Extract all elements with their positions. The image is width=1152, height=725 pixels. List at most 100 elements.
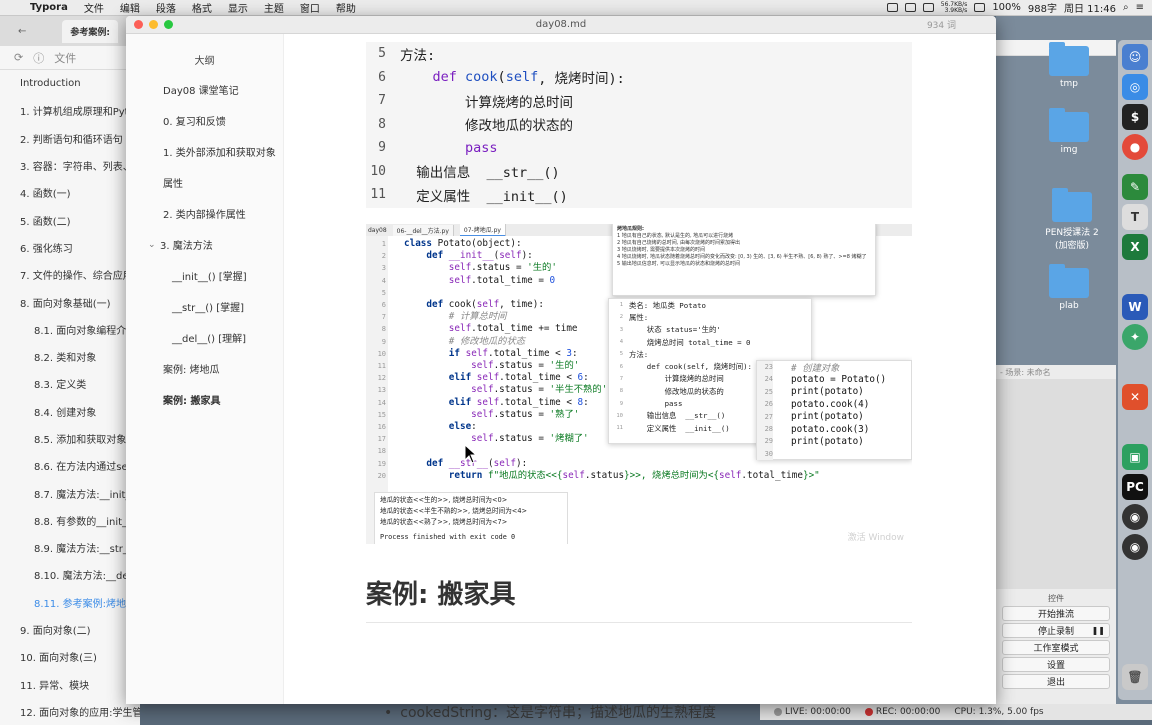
sidebar-item[interactable]: 8.6. 在方法内通过self [0, 452, 140, 479]
folder-tmp[interactable]: tmp [1042, 42, 1096, 89]
chrome-icon[interactable]: ● [1122, 134, 1148, 160]
sidebar-item[interactable]: 8.5. 添加和获取对象的 [0, 425, 140, 452]
sidebar-item[interactable]: 8.10. 魔法方法:__de [0, 561, 140, 588]
outline-item[interactable]: 案例: 烤地瓜 [126, 353, 283, 384]
code-token: self [505, 69, 539, 86]
trash-icon[interactable]: 🗑 [1122, 664, 1148, 690]
chevron-down-icon[interactable]: ⌄ [148, 240, 160, 250]
editor[interactable]: 5 方法: 6 def cook(self, 烧烤时间): 7 计算烧烤的总时间 8 修… [366, 34, 976, 704]
menu-file[interactable]: 文件 [76, 0, 112, 15]
sidebar-item[interactable]: 5. 函数(二) [0, 206, 140, 233]
screen-icon[interactable] [904, 3, 916, 12]
outline-item[interactable]: __del__() [理解] [126, 322, 283, 353]
sidebar-item[interactable]: 8.11. 参考案例:烤地瓜 [0, 589, 140, 616]
browser-address-bar[interactable]: ⟳ ⓘ 文件 [0, 46, 140, 70]
xmind-icon[interactable]: ✕ [1122, 384, 1148, 410]
outline-item[interactable]: 0. 复习和反馈 [126, 105, 283, 136]
ime-indicator[interactable]: 988字 [1028, 0, 1057, 15]
menu-app[interactable]: Typora [22, 2, 76, 13]
outline-item[interactable]: Day08 课堂笔记 [126, 74, 283, 105]
outline-item[interactable]: ⌄ 3. 魔法方法 [126, 229, 283, 260]
code-line[interactable]: 9 pass [366, 136, 912, 160]
menu-paragraph[interactable]: 段落 [148, 0, 184, 15]
sidebar-item[interactable]: 8.2. 类和对象 [0, 343, 140, 370]
folder-pen[interactable]: PEN授课法 2 (加密版) [1042, 188, 1102, 251]
exit-button[interactable]: 退出 [1002, 674, 1110, 689]
sidebar-item[interactable]: 8.8. 有参数的__init__ [0, 507, 140, 534]
code-line[interactable]: 5 方法: [366, 42, 912, 66]
sidebar-item[interactable]: 9. 面向对象(二) [0, 616, 140, 643]
obs2-icon[interactable]: ◉ [1122, 534, 1148, 560]
sidebar-item[interactable]: 4. 函数(一) [0, 179, 140, 206]
menu-view[interactable]: 显示 [220, 0, 256, 15]
note-line-number: 8 [619, 388, 623, 395]
back-icon[interactable]: ← [18, 26, 26, 37]
excel-icon[interactable]: X [1122, 234, 1148, 260]
sidebar-item[interactable]: 12. 面向对象的应用:学生管理系统 [0, 698, 140, 725]
sidebar-item[interactable]: 8.4. 创建对象 [0, 398, 140, 425]
outline-item[interactable]: __str__() [掌握] [126, 291, 283, 322]
obs-statusbar: LIVE: 00:00:00 REC: 00:00:00 CPU: 1.3%, … [760, 704, 1152, 720]
outline-item[interactable]: 2. 类内部操作属性 [126, 198, 283, 229]
word-icon[interactable]: W [1122, 294, 1148, 320]
menu-list-icon[interactable]: ≡ [1136, 2, 1144, 13]
text-icon[interactable]: T [1122, 204, 1148, 230]
pycharm-icon[interactable]: PC [1122, 474, 1148, 500]
app-icon[interactable]: ✦ [1122, 324, 1148, 350]
menu-help[interactable]: 帮助 [328, 0, 364, 15]
sidebar-item[interactable]: 11. 异常、模块 [0, 671, 140, 698]
sidebar-item[interactable]: 6. 强化练习 [0, 234, 140, 261]
sidebar-item[interactable]: 7. 文件的操作、综合应用 [0, 261, 140, 288]
code-line[interactable]: 10 输出信息 __str__() [366, 160, 912, 184]
safari-icon[interactable]: ◎ [1122, 74, 1148, 100]
outline-item[interactable]: __init__() [掌握] [126, 260, 283, 291]
settings-button[interactable]: 设置 [1002, 657, 1110, 672]
menu-theme[interactable]: 主题 [256, 0, 292, 15]
code-line[interactable]: 7 计算烧烤的总时间 [366, 89, 912, 113]
app2-icon[interactable]: ▣ [1122, 444, 1148, 470]
sidebar-item[interactable]: 8.9. 魔法方法:__str__ [0, 534, 140, 561]
sidebar-item[interactable]: 8. 面向对象基础(一) [0, 288, 140, 315]
typora-window: day08.md 934 词 大纲 Day08 课堂笔记 0. 复习和反馈 1. 类… [126, 16, 996, 704]
tray-icon[interactable] [886, 3, 898, 12]
clock[interactable]: 周日 11:46 [1064, 0, 1116, 15]
code-line[interactable]: 6 def cook(self, 烧烤时间): [366, 66, 912, 90]
outline-item[interactable]: 1. 类外部添加和获取对象 [126, 136, 283, 167]
wifi-icon[interactable] [974, 3, 986, 12]
studio-mode-button[interactable]: 工作室模式 [1002, 640, 1110, 655]
record-icon[interactable] [922, 3, 934, 12]
menu-format[interactable]: 格式 [184, 0, 220, 15]
finder-icon[interactable]: ☺ [1122, 44, 1148, 70]
main-line: 25 print(potato) [757, 385, 911, 399]
sidebar-item[interactable]: 8.1. 面向对象编程介绍 [0, 316, 140, 343]
sidebar-item[interactable]: 1. 计算机组成原理和Pyt [0, 97, 140, 124]
menu-edit[interactable]: 编辑 [112, 0, 148, 15]
outline-item-label: 案例: 搬家具 [163, 396, 221, 407]
code-line[interactable]: 11 定义属性 __init__() [366, 183, 912, 207]
sidebar-item[interactable]: 8.7. 魔法方法:__init_ [0, 479, 140, 506]
browser-tab[interactable]: 参考案例: [62, 19, 118, 43]
sidebar-item[interactable]: 10. 面向对象(三) [0, 643, 140, 670]
obs-icon[interactable]: ◉ [1122, 504, 1148, 530]
sidebar-item[interactable]: 8.3. 定义类 [0, 370, 140, 397]
outline-item[interactable]: 案例: 搬家具 [126, 384, 283, 415]
code-block[interactable]: 5 方法: 6 def cook(self, 烧烤时间): 7 计算烧烤的总时间 8 修… [366, 42, 912, 208]
battery-level[interactable]: 100% [992, 2, 1021, 13]
pause-icon[interactable]: ❚❚ [1092, 626, 1105, 635]
sidebar-item[interactable]: Introduction [0, 70, 140, 97]
word-count[interactable]: 934 词 [927, 18, 956, 31]
terminal-icon[interactable]: $ [1122, 104, 1148, 130]
sidebar-item[interactable]: 2. 判断语句和循环语句 [0, 125, 140, 152]
reload-icon[interactable]: ⟳ [14, 51, 23, 64]
folder-plab[interactable]: plab [1042, 264, 1096, 311]
ide-line-number: 20 [377, 471, 386, 480]
outline-item[interactable]: 属性 [126, 167, 283, 198]
sidebar-item[interactable]: 3. 容器：字符串、列表、 [0, 152, 140, 179]
menu-window[interactable]: 窗口 [292, 0, 328, 15]
search-icon[interactable]: ⌕ [1123, 2, 1129, 13]
code-line[interactable]: 8 修改地瓜的状态的 [366, 113, 912, 137]
evernote-icon[interactable]: ✎ [1122, 174, 1148, 200]
stop-record-button[interactable]: 停止录制 ❚❚ [1002, 623, 1110, 638]
folder-img[interactable]: img [1042, 108, 1096, 155]
start-stream-button[interactable]: 开始推流 [1002, 606, 1110, 621]
